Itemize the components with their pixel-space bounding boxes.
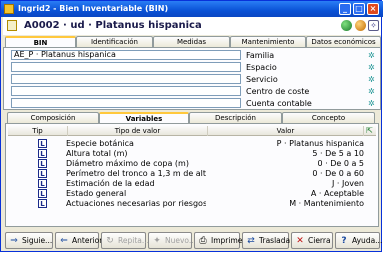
tab-composicion[interactable]: Composición (7, 112, 99, 123)
main-tab-strip: BIN Identificación Medidas Mantenimiento… (3, 36, 381, 48)
next-button[interactable]: ⇒ Siguie... (5, 232, 53, 249)
new-button[interactable]: ✦ Nuevo... (148, 232, 196, 249)
settings-icon[interactable]: ✲ (368, 76, 376, 84)
transfer-button[interactable]: ⇄ Traslada (242, 232, 291, 249)
close-icon: ✕ (296, 236, 304, 246)
table-row[interactable]: L Especie botánica P · Platanus hispanic… (8, 139, 376, 149)
tipo-cell: Actuaciones necesarias por riesgos (66, 199, 206, 208)
bin-panel: AE_P · Platanus hispanica Familia ✲ Espa… (3, 47, 381, 110)
transfer-button-label: Traslada (259, 236, 291, 245)
centro-coste-label: Centro de coste (246, 87, 310, 96)
tipo-cell: Especie botánica (66, 139, 134, 148)
tab-medidas[interactable]: Medidas (153, 36, 230, 47)
table-row[interactable]: L Estado general A · Aceptable (8, 189, 376, 199)
valor-cell: 5 · De 5 a 10 (312, 149, 364, 158)
person-icon[interactable] (355, 20, 366, 31)
table-row[interactable]: L Altura total (m) 5 · De 5 a 10 (8, 149, 376, 159)
tab-datos-economicos[interactable]: Datos económicos (306, 36, 381, 47)
close-button[interactable]: ✕ Cierra (291, 232, 333, 249)
new-icon: ✦ (153, 236, 161, 246)
tipo-cell: Altura total (m) (66, 149, 128, 158)
tab-descripcion[interactable]: Descripción (189, 112, 282, 123)
close-button-label: Cierra (308, 236, 331, 245)
espacio-label: Espacio (246, 63, 277, 72)
export-icon[interactable]: ⇱ (365, 127, 374, 135)
espacio-field[interactable] (11, 62, 241, 72)
list-type-icon: L (38, 159, 47, 168)
next-icon: ⇒ (10, 236, 18, 246)
print-button-label: Imprime (211, 236, 243, 245)
settings-icon[interactable]: ✲ (368, 100, 376, 108)
valor-cell: 0 · De 0 a 60 (312, 169, 364, 178)
window-title: Ingrid2 - Bien Inventariable (BIN) (18, 4, 169, 13)
familia-label: Familia (246, 51, 275, 60)
familia-field[interactable]: AE_P · Platanus hispanica (11, 50, 241, 60)
table-header: Tip Tipo de valor Valor ⇱ (8, 126, 376, 136)
table-row[interactable]: L Estimación de la edad J · Joven (8, 179, 376, 189)
link-icon[interactable]: ✧ (368, 20, 379, 31)
new-button-label: Nuevo... (165, 236, 197, 245)
column-header-valor[interactable]: Valor (208, 126, 364, 136)
valor-cell: J · Joven (332, 179, 364, 188)
record-title: A0002 · ud · Platanus hispanica (24, 20, 202, 31)
sub-tab-strip: Composición Variables Descripción Concep… (5, 112, 377, 124)
cuenta-contable-field[interactable] (11, 98, 241, 108)
valor-cell: 0 · De 0 a 5 (317, 159, 364, 168)
list-type-icon: L (38, 179, 47, 188)
back-arrow-icon: ⇐ (60, 236, 68, 246)
transfer-icon: ⇄ (247, 236, 255, 246)
table-row[interactable]: L Actuaciones necesarias por riesgos M ·… (8, 199, 376, 209)
repeat-button[interactable]: ↻ Repita... (101, 232, 150, 249)
valor-cell: P · Platanus hispanica (276, 139, 364, 148)
previous-button[interactable]: ⇐ Anterior (55, 232, 103, 249)
column-header-tipo[interactable]: Tipo de valor (68, 126, 208, 136)
minimize-button[interactable]: _ (339, 3, 351, 15)
list-type-icon: L (38, 149, 47, 158)
list-type-icon: L (38, 169, 47, 178)
print-button[interactable]: ⎙ Imprime (194, 232, 243, 249)
repeat-icon: ↻ (106, 236, 114, 246)
record-header: A0002 · ud · Platanus hispanica ✧ (3, 17, 381, 35)
maximize-button[interactable]: □ (353, 3, 365, 15)
tipo-cell: Perímetro del tronco a 1,3 m de altu... (66, 169, 206, 178)
list-type-icon: L (38, 189, 47, 198)
title-bar[interactable]: Ingrid2 - Bien Inventariable (BIN) _ □ × (1, 1, 383, 17)
valor-cell: M · Mantenimiento (289, 199, 364, 208)
help-button[interactable]: ? Ayuda... (335, 232, 383, 249)
previous-button-label: Anterior (72, 236, 103, 245)
repeat-button-label: Repita... (118, 236, 150, 245)
valor-cell: A · Aceptable (310, 189, 364, 198)
table-row[interactable]: L Diámetro máximo de copa (m) 0 · De 0 a… (8, 159, 376, 169)
app-window: Ingrid2 - Bien Inventariable (BIN) _ □ ×… (0, 0, 383, 252)
servicio-label: Servicio (246, 75, 278, 84)
globe-icon[interactable] (341, 20, 352, 31)
tipo-cell: Estimación de la edad (66, 179, 155, 188)
list-type-icon: L (38, 139, 47, 148)
next-button-label: Siguie... (22, 236, 53, 245)
tipo-cell: Estado general (66, 189, 127, 198)
tipo-cell: Diámetro máximo de copa (m) (66, 159, 189, 168)
tab-mantenimiento[interactable]: Mantenimiento (230, 36, 306, 47)
settings-icon[interactable]: ✲ (368, 52, 376, 60)
printer-icon: ⎙ (199, 236, 207, 246)
help-icon: ? (341, 236, 347, 246)
centro-coste-field[interactable] (11, 86, 241, 96)
table-row[interactable]: L Perímetro del tronco a 1,3 m de altu..… (8, 169, 376, 179)
servicio-field[interactable] (11, 74, 241, 84)
tab-identificacion[interactable]: Identificación (76, 36, 153, 47)
settings-icon[interactable]: ✲ (368, 88, 376, 96)
column-header-tip[interactable]: Tip (8, 126, 68, 136)
cuenta-contable-label: Cuenta contable (246, 99, 312, 108)
settings-icon[interactable]: ✲ (368, 64, 376, 72)
tab-concepto[interactable]: Concepto (282, 112, 375, 123)
variables-panel: Tip Tipo de valor Valor ⇱ L Especie botá… (5, 123, 379, 227)
app-icon (4, 4, 14, 14)
document-icon (7, 20, 17, 31)
help-button-label: Ayuda... (352, 236, 383, 245)
list-type-icon: L (38, 199, 47, 208)
bottom-toolbar: ⇒ Siguie... ⇐ Anterior ↻ Repita... ✦ Nuevo..… (3, 232, 383, 250)
close-window-button[interactable]: × (367, 3, 379, 15)
